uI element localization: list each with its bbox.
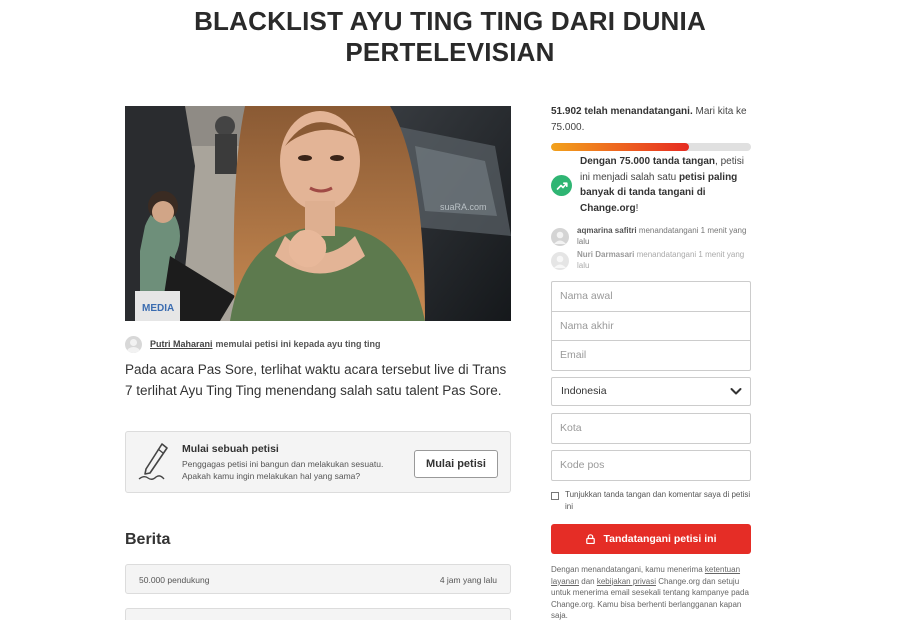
- display-signature-checkbox[interactable]: [551, 492, 559, 500]
- start-petition-button[interactable]: Mulai petisi: [414, 450, 498, 478]
- signature-count-number: 51.902 telah menandatangani.: [551, 106, 693, 117]
- display-signature-option: Tunjukkan tanda tangan dan komentar saya…: [551, 489, 751, 515]
- legal-text: Dengan menandatangani, kamu menerima: [551, 565, 705, 574]
- news-item[interactable]: [125, 608, 511, 620]
- legal-notice: Dengan menandatangani, kamu menerima ket…: [551, 564, 756, 620]
- sign-petition-label: Tandatangani petisi ini: [603, 533, 717, 545]
- signer-name: aqmarina safitri: [577, 226, 637, 235]
- signer-avatar-icon: [551, 228, 569, 246]
- last-name-field[interactable]: Nama akhir: [551, 311, 751, 342]
- signer-name: Nuri Darmasari: [577, 250, 635, 259]
- petition-description: Pada acara Pas Sore, terlihat waktu acar…: [125, 362, 507, 398]
- email-field[interactable]: Email: [551, 340, 751, 371]
- start-box-text-2: Apakah kamu ingin melakukan hal yang sam…: [182, 471, 361, 481]
- start-box-heading: Mulai sebuah petisi: [182, 443, 279, 455]
- news-item-title: 50.000 pendukung: [139, 575, 210, 585]
- country-select-value: Indonesia: [561, 385, 607, 397]
- goal-message: Dengan 75.000 tanda tangan, petisi ini m…: [580, 154, 752, 216]
- pen-icon: [138, 443, 168, 480]
- goal-message-bold: Dengan 75.000 tanda tangan: [580, 156, 716, 167]
- trending-up-icon: [551, 175, 572, 196]
- signature-count: 51.902 telah menandatangani. Mari kita k…: [551, 104, 751, 136]
- postal-code-field[interactable]: Kode pos: [551, 450, 751, 481]
- first-name-field[interactable]: Nama awal: [551, 281, 751, 312]
- recent-signer: Nuri Darmasari menandatangani 1 menit ya…: [551, 250, 751, 271]
- country-select[interactable]: Indonesia: [551, 377, 751, 406]
- starter-text: memulai petisi ini kepada ayu ting ting: [215, 339, 381, 349]
- recent-signer: aqmarina safitri menandatangani 1 menit …: [551, 226, 751, 247]
- petition-starter: Putri Maharani memulai petisi ini kepada…: [125, 335, 511, 353]
- svg-text:MEDIA: MEDIA: [142, 303, 174, 314]
- privacy-policy-link[interactable]: kebijakan privasi: [597, 577, 656, 586]
- petition-photo[interactable]: MEDIA suaRA.com: [125, 106, 511, 321]
- start-box-text-1: Penggagas petisi ini bangun dan melakuka…: [182, 459, 384, 469]
- legal-text: dan: [579, 576, 597, 586]
- signer-avatar-icon: [551, 252, 569, 270]
- page-title: BLACKLIST AYU TING TING DARI DUNIA PERTE…: [194, 6, 706, 67]
- signature-progress-bar: [551, 143, 751, 151]
- signature-progress-fill: [551, 143, 689, 151]
- chevron-down-icon: [730, 388, 742, 395]
- news-item-time: 4 jam yang lalu: [439, 575, 497, 585]
- goal-message-end: !: [635, 202, 639, 214]
- starter-name-link[interactable]: Putri Maharani: [150, 339, 213, 349]
- news-heading: Berita: [125, 531, 171, 548]
- display-signature-label[interactable]: Tunjukkan tanda tangan dan komentar saya…: [565, 489, 751, 513]
- photo-watermark: suaRA.com: [440, 202, 487, 212]
- lock-icon: [585, 534, 595, 544]
- city-field[interactable]: Kota: [551, 413, 751, 444]
- petition-photo-image: MEDIA suaRA.com: [125, 106, 511, 321]
- starter-avatar-icon: [125, 335, 142, 353]
- start-petition-box: Mulai sebuah petisi Penggagas petisi ini…: [125, 431, 511, 493]
- sign-petition-button[interactable]: Tandatangani petisi ini: [551, 524, 751, 554]
- news-item[interactable]: 50.000 pendukung 4 jam yang lalu: [125, 564, 511, 594]
